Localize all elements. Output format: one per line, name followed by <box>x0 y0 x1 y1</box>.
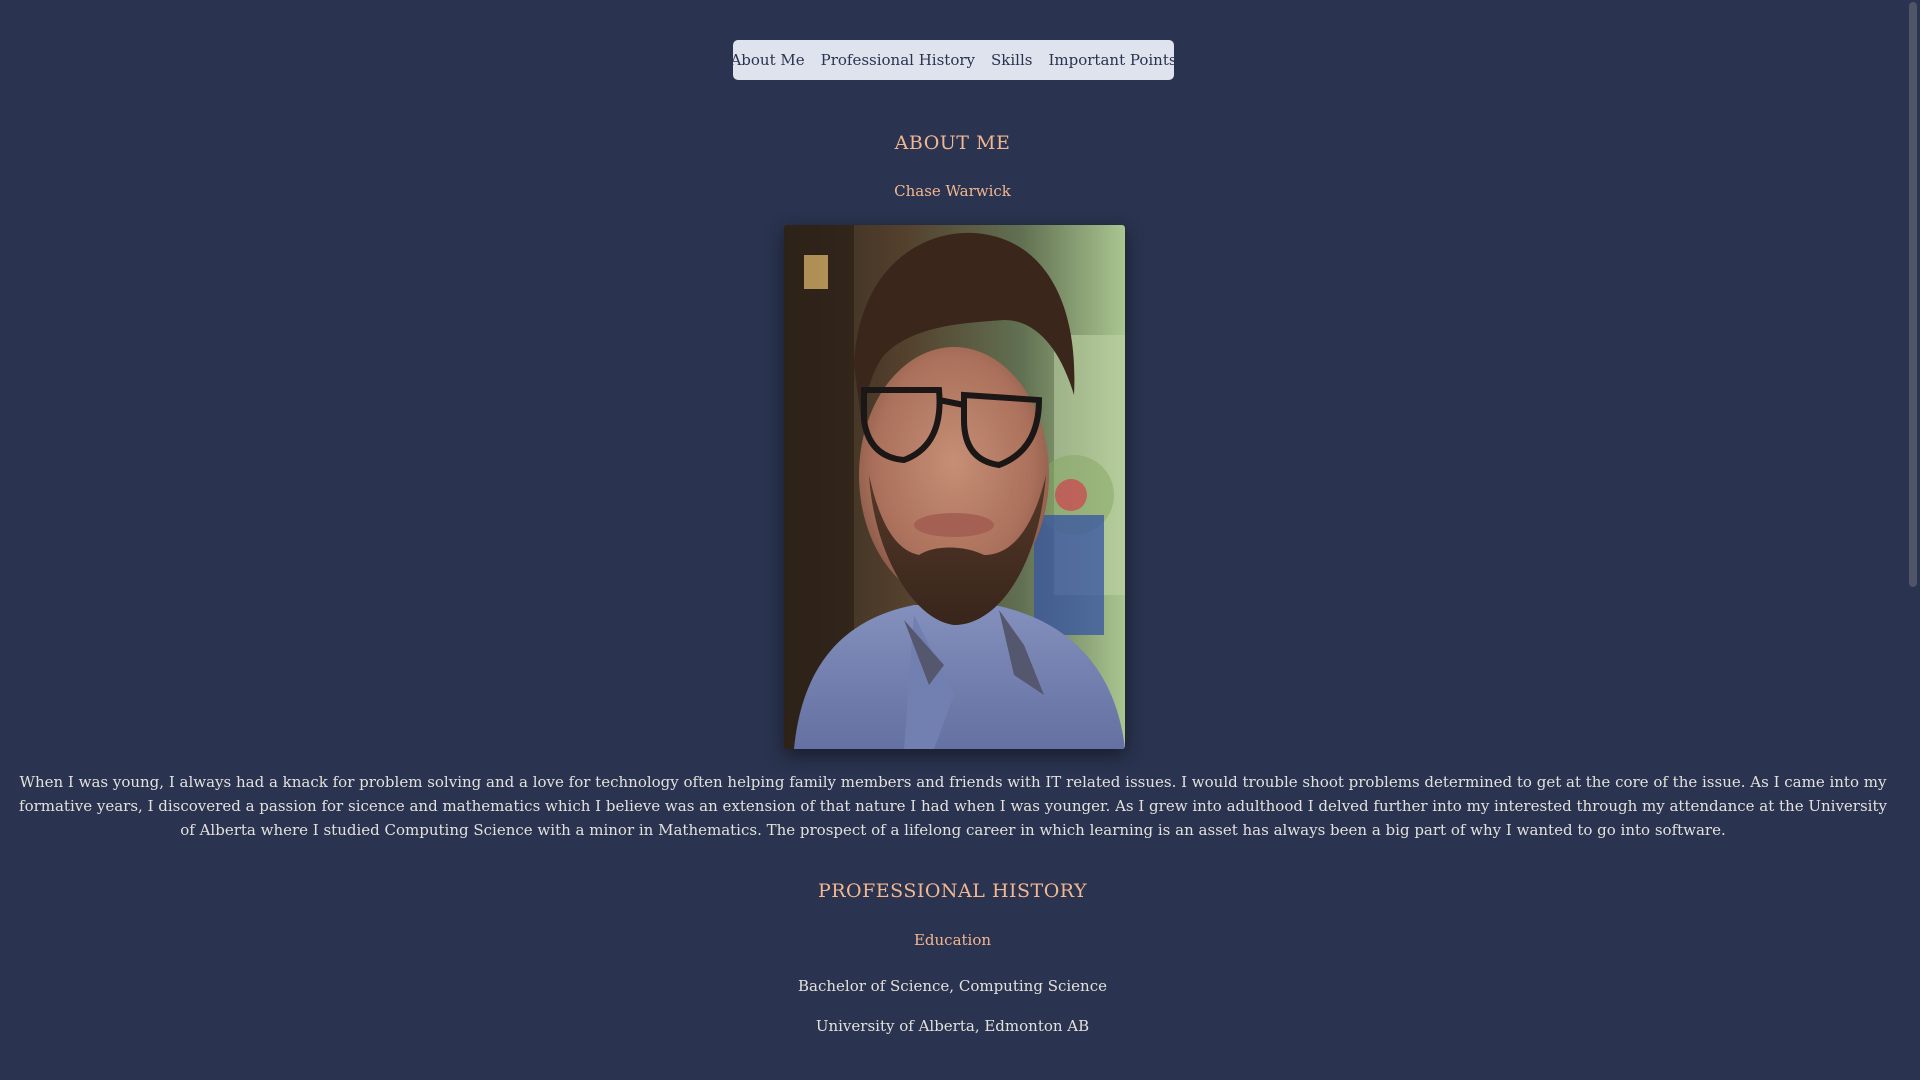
education-degree: Bachelor of Science, Computing Science <box>798 977 1107 995</box>
profile-name: Chase Warwick <box>894 182 1011 200</box>
nav-important-points[interactable]: Important Points <box>1040 51 1184 69</box>
profile-photo <box>784 225 1125 749</box>
nav-about-me[interactable]: About Me <box>722 51 812 69</box>
about-me-bio: When I was young, I always had a knack f… <box>19 773 1887 839</box>
vertical-scrollbar[interactable] <box>1905 0 1920 1080</box>
about-me-heading: ABOUT ME <box>894 132 1011 154</box>
professional-history-heading: PROFESSIONAL HISTORY <box>817 880 1088 902</box>
nav-professional-history[interactable]: Professional History <box>813 51 983 69</box>
education-heading: Education <box>913 931 992 949</box>
nav-skills[interactable]: Skills <box>983 51 1040 69</box>
education-school: University of Alberta, Edmonton AB <box>815 1017 1090 1035</box>
top-nav: About Me Professional History Skills Imp… <box>730 40 1177 80</box>
page: About Me Professional History Skills Imp… <box>0 0 1920 1080</box>
portrait-photo-icon <box>784 225 1125 749</box>
main-content: About Me Professional History Skills Imp… <box>0 0 1905 1080</box>
scrollbar-thumb[interactable] <box>1909 2 1917 587</box>
